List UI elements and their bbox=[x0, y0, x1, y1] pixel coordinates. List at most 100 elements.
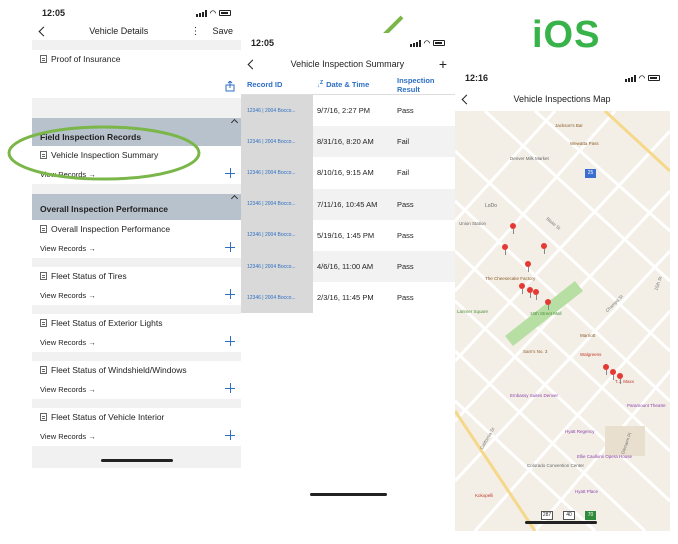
document-icon bbox=[40, 225, 47, 233]
map-label: Hyatt Regency bbox=[565, 429, 595, 434]
status-bar: 12:05 ◠ bbox=[241, 33, 455, 53]
add-record-icon[interactable] bbox=[225, 430, 235, 440]
record-id-cell[interactable]: 12346 | 2004 Bocco... bbox=[241, 157, 313, 189]
nav-bar: Vehicle Inspections Map bbox=[455, 87, 670, 111]
date-cell: 8/31/16, 8:20 AM bbox=[317, 137, 374, 147]
col-record-id[interactable]: Record ID bbox=[241, 80, 313, 89]
table-header: Record ID ↓Z Date & Time Inspection Resul… bbox=[241, 75, 455, 95]
record-id-cell[interactable]: 12346 | 2004 Bocco... bbox=[241, 250, 313, 283]
inspections-map-screen: 12:16 ◠ Vehicle Inspections Map Jackson'… bbox=[455, 69, 670, 531]
collapse-chevron-icon[interactable] bbox=[230, 118, 239, 127]
more-dots-icon[interactable]: ⋮ bbox=[190, 26, 200, 37]
add-record-icon[interactable] bbox=[225, 383, 235, 393]
table-row[interactable]: 12346 | 2004 Bocco... 8/10/16, 9:15 AM Fai… bbox=[241, 157, 455, 189]
document-icon bbox=[40, 55, 47, 63]
view-records-link[interactable]: View Records → bbox=[32, 432, 104, 441]
map-label: Larimer Square bbox=[457, 309, 489, 314]
screen-title: Vehicle Inspections Map bbox=[513, 94, 611, 104]
highway-shield-icon: 25 bbox=[585, 169, 596, 178]
add-record-icon[interactable] bbox=[225, 289, 235, 299]
proof-of-insurance-card[interactable]: Proof of Insurance bbox=[32, 50, 241, 98]
map-pin-icon[interactable] bbox=[610, 369, 616, 380]
record-card[interactable]: Fleet Status of Exterior Lights View Reco… bbox=[32, 314, 241, 352]
record-id-cell[interactable]: 12346 | 2004 Bocco... bbox=[241, 126, 313, 158]
inspection-summary-screen: 12:05 ◠ Vehicle Inspection Summary + Rec… bbox=[241, 33, 455, 496]
share-icon[interactable] bbox=[225, 81, 235, 92]
section-title: Overall Inspection Performance bbox=[40, 204, 169, 214]
record-card[interactable]: Fleet Status of Tires View Records → bbox=[32, 267, 241, 305]
card-title: Fleet Status of Windshield/Windows bbox=[51, 365, 187, 375]
table-row[interactable]: 12346 | 2004 Bocco... 4/6/16, 11:00 AM Pas… bbox=[241, 250, 455, 283]
document-icon bbox=[40, 319, 47, 327]
col-result[interactable]: Inspection Result bbox=[391, 76, 455, 94]
screen-title: Vehicle Details bbox=[89, 26, 149, 36]
screen-title: Vehicle Inspection Summary bbox=[290, 59, 405, 69]
highlight-ellipse bbox=[7, 125, 201, 181]
map-label: Colorado Convention Center bbox=[527, 463, 585, 468]
map-label: Union Station bbox=[459, 221, 487, 226]
home-indicator bbox=[525, 521, 597, 524]
sort-az-icon[interactable]: ↓Z bbox=[317, 80, 323, 89]
record-card[interactable]: Overall Inspection Performance View Recor… bbox=[32, 220, 241, 258]
record-id-cell[interactable]: 12346 | 2004 Bocco... bbox=[241, 188, 313, 220]
map-label: Embassy Suites Denver bbox=[510, 393, 559, 398]
record-id-cell[interactable]: 12346 | 2004 Bocco... bbox=[241, 95, 313, 127]
status-bar: 12:05 ◠ bbox=[32, 4, 241, 22]
result-cell: Pass bbox=[397, 106, 414, 116]
table-row[interactable]: 12346 | 2004 Bocco... 8/31/16, 8:20 AM Fai… bbox=[241, 126, 455, 158]
view-records-link[interactable]: View Records → bbox=[32, 291, 104, 300]
map-label: Denver Milk Market bbox=[510, 156, 549, 161]
map-pin-icon[interactable] bbox=[541, 243, 547, 254]
map-pin-icon[interactable] bbox=[519, 283, 525, 294]
record-card[interactable]: Fleet Status of Vehicle Interior View Rec… bbox=[32, 408, 241, 446]
collapse-chevron-icon[interactable] bbox=[230, 194, 239, 203]
add-icon[interactable]: + bbox=[439, 56, 447, 72]
result-cell: Fail bbox=[397, 168, 410, 178]
result-cell: Pass bbox=[397, 230, 414, 240]
view-records-link[interactable]: View Records → bbox=[32, 244, 104, 253]
table-row[interactable]: 12346 | 2004 Bocco... 2/3/16, 11:45 PM Pas… bbox=[241, 282, 455, 314]
home-indicator bbox=[101, 459, 173, 462]
map-label: LoDo bbox=[485, 203, 497, 209]
map-pin-icon[interactable] bbox=[533, 289, 539, 300]
date-cell: 5/19/16, 1:45 PM bbox=[317, 230, 375, 240]
table-row[interactable]: 12346 | 2004 Bocco... 5/19/16, 1:45 PM Pas… bbox=[241, 219, 455, 251]
highway-shield-icon: 40 bbox=[563, 511, 575, 520]
map-label: Walgreens bbox=[580, 352, 602, 357]
add-record-icon[interactable] bbox=[225, 168, 235, 178]
map-pin-icon[interactable] bbox=[545, 299, 551, 310]
map-pin-icon[interactable] bbox=[617, 373, 623, 384]
map-label: T.J. Maxx bbox=[615, 379, 635, 384]
document-icon bbox=[40, 272, 47, 280]
map-pin-icon[interactable] bbox=[510, 223, 516, 234]
col-date[interactable]: ↓Z Date & Time bbox=[313, 80, 391, 89]
add-record-icon[interactable] bbox=[225, 336, 235, 346]
view-records-link[interactable]: View Records → bbox=[32, 338, 104, 347]
map-label: Hyatt Place bbox=[575, 489, 599, 494]
record-id-cell[interactable]: 12346 | 2004 Bocco... bbox=[241, 282, 313, 314]
result-cell: Pass bbox=[397, 262, 414, 272]
status-bar: 12:16 ◠ bbox=[455, 69, 670, 87]
map-view[interactable]: Jackson's Bar Wewatta Pass Denver Milk M… bbox=[455, 111, 670, 531]
date-cell: 8/10/16, 9:15 AM bbox=[317, 168, 374, 178]
table-row[interactable]: 12346 | 2004 Bocco... 9/7/16, 2:27 PM Pass bbox=[241, 95, 455, 127]
nav-bar: Vehicle Details ⋮ Save bbox=[32, 22, 241, 40]
home-indicator bbox=[310, 493, 387, 496]
status-icons: ◠ bbox=[195, 9, 231, 17]
date-cell: 2/3/16, 11:45 PM bbox=[317, 293, 374, 303]
card-title: Fleet Status of Exterior Lights bbox=[51, 318, 163, 328]
save-button[interactable]: Save bbox=[212, 26, 233, 36]
add-record-icon[interactable] bbox=[225, 242, 235, 252]
map-label: 16th Street Mall bbox=[530, 311, 562, 316]
result-cell: Pass bbox=[397, 293, 414, 303]
view-records-link[interactable]: View Records → bbox=[32, 385, 104, 394]
map-pin-icon[interactable] bbox=[603, 364, 609, 375]
record-id-cell[interactable]: 12346 | 2004 Bocco... bbox=[241, 219, 313, 251]
map-label: Wewatta Pass bbox=[570, 141, 599, 146]
nav-bar: Vehicle Inspection Summary + bbox=[241, 53, 455, 75]
map-pin-icon[interactable] bbox=[525, 261, 531, 272]
record-card[interactable]: Fleet Status of Windshield/Windows View R… bbox=[32, 361, 241, 399]
table-row[interactable]: 12346 | 2004 Bocco... 7/11/16, 10:45 AM Pa… bbox=[241, 188, 455, 220]
map-pin-icon[interactable] bbox=[502, 244, 508, 255]
document-icon bbox=[40, 366, 47, 374]
